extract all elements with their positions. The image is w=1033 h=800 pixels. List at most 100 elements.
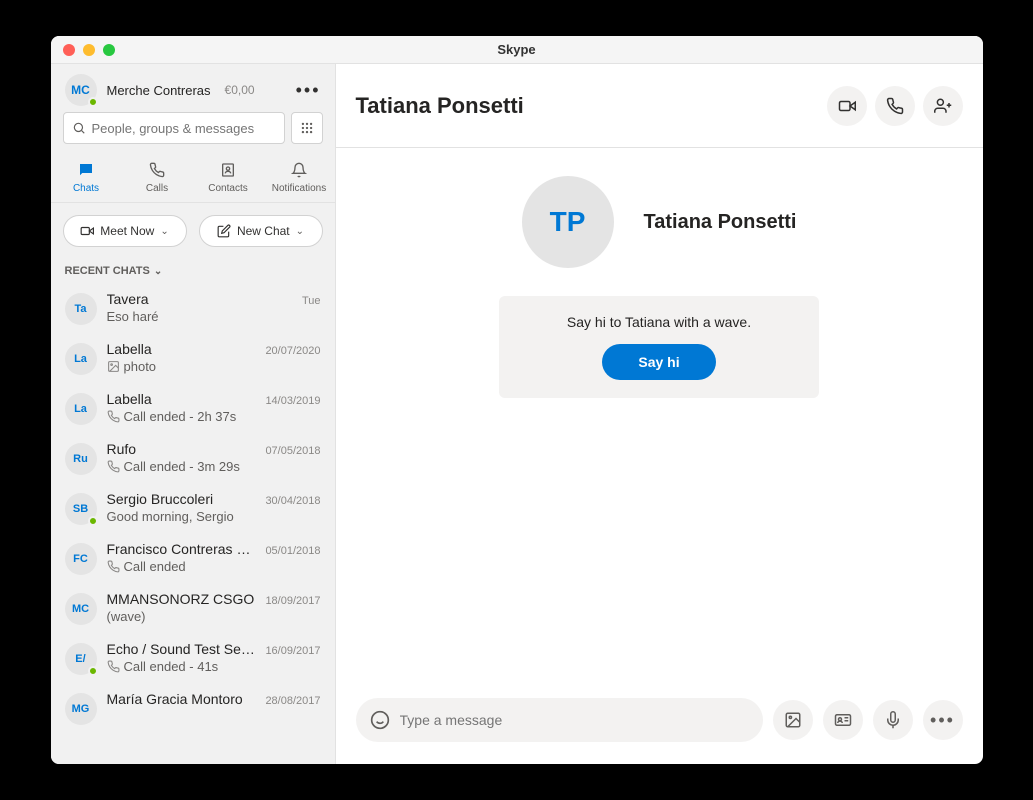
dialpad-button[interactable] [291,112,323,144]
chat-avatar: FC [65,543,97,575]
chat-preview: (wave) [107,609,321,624]
chat-date: Tue [302,295,321,307]
call-icon [107,410,120,423]
search-input[interactable] [92,121,276,136]
chat-item[interactable]: MC MMANSONORZ CSGO 18/09/2017 (wave) [51,583,335,633]
conversation-header: Tatiana Ponsetti [336,64,983,148]
window-title: Skype [51,42,983,57]
chat-name: Labella [107,341,152,357]
chat-name: María Gracia Montoro [107,691,243,707]
chat-item[interactable]: Ta Tavera Tue Eso haré [51,283,335,333]
contact-avatar[interactable]: TP [522,176,614,268]
contact-name: Tatiana Ponsetti [644,211,797,234]
chat-name: Tavera [107,291,149,307]
search-input-container[interactable] [63,112,285,144]
tab-contacts[interactable]: Contacts [193,154,264,202]
chat-avatar: Ta [65,293,97,325]
composer: ••• [336,682,983,764]
chat-date: 07/05/2018 [265,445,320,457]
chat-avatar: E/ [65,643,97,675]
chat-date: 30/04/2018 [265,495,320,507]
profile-avatar[interactable]: MC [65,74,97,106]
chat-icon [77,160,95,180]
meet-now-button[interactable]: Meet Now ⌄ [63,215,187,247]
chat-date: 18/09/2017 [265,595,320,607]
chat-preview: Call ended - 41s [107,659,321,674]
video-call-button[interactable] [827,86,867,126]
call-icon [107,660,120,673]
chat-avatar: La [65,343,97,375]
chevron-down-icon: ⌄ [296,226,304,237]
chat-item[interactable]: La Labella 20/07/2020 photo [51,333,335,383]
chat-item[interactable]: Ru Rufo 07/05/2018 Call ended - 3m 29s [51,433,335,483]
phone-icon [149,160,165,180]
conversation-body: TP Tatiana Ponsetti Say hi to Tatiana wi… [336,148,983,682]
chat-name: Francisco Contreras Segura [107,541,260,557]
compose-icon [217,224,231,238]
add-person-icon [934,97,952,115]
chat-avatar: SB [65,493,97,525]
message-input-container[interactable] [356,698,763,742]
chat-preview: Call ended - 2h 37s [107,409,321,424]
chat-preview: Good morning, Sergio [107,509,321,524]
audio-call-button[interactable] [875,86,915,126]
contact-card-button[interactable] [823,700,863,740]
video-icon [80,224,94,238]
voice-message-button[interactable] [873,700,913,740]
chat-date: 14/03/2019 [265,395,320,407]
image-icon [107,360,120,373]
sidebar: MC Merche Contreras €0,00 ••• [51,64,335,764]
chat-name: MMANSONORZ CSGO [107,591,255,607]
say-hi-button[interactable]: Say hi [602,344,715,380]
dialpad-icon [300,121,314,135]
emoji-icon[interactable] [370,710,390,730]
wave-card: Say hi to Tatiana with a wave. Say hi [499,296,819,398]
message-input[interactable] [400,712,749,728]
chat-name: Sergio Bruccoleri [107,491,214,507]
chat-item[interactable]: E/Echo / Sound Test Service16/09/2017Cal… [51,633,335,683]
add-participant-button[interactable] [923,86,963,126]
chat-preview: photo [107,359,321,374]
chat-preview: Call ended - 3m 29s [107,459,321,474]
nav-tabs: Chats Calls Contacts Notifications [51,154,335,203]
presence-indicator [88,516,98,526]
chat-list[interactable]: Ta Tavera Tue Eso haré La Labella 20/07/2020 ph… [51,283,335,764]
chat-item[interactable]: La Labella 14/03/2019 Call ended - 2h 37s [51,383,335,433]
attach-image-button[interactable] [773,700,813,740]
chat-item[interactable]: SB Sergio Bruccoleri 30/04/2018 Good mornin… [51,483,335,533]
card-icon [834,711,852,729]
video-icon [838,97,856,115]
chat-name: Labella [107,391,152,407]
chat-item[interactable]: FC Francisco Contreras Segura 05/01/2018 Ca… [51,533,335,583]
call-icon [107,460,120,473]
chat-date: 28/08/2017 [265,695,320,707]
image-icon [784,711,802,729]
chat-avatar: MC [65,593,97,625]
recent-chats-header[interactable]: RECENT CHATS ⌄ [51,259,335,283]
app-window: Skype MC Merche Contreras €0,00 ••• [51,36,983,764]
chevron-down-icon: ⌄ [160,226,168,237]
phone-icon [886,97,904,115]
wave-text: Say hi to Tatiana with a wave. [567,314,751,330]
tab-calls[interactable]: Calls [122,154,193,202]
profile-name: Merche Contreras [107,83,211,98]
chat-preview: Eso haré [107,309,321,324]
chat-name: Rufo [107,441,137,457]
profile-row[interactable]: MC Merche Contreras €0,00 ••• [51,64,335,112]
chat-date: 20/07/2020 [265,345,320,357]
more-icon: ••• [930,710,955,731]
tab-chats[interactable]: Chats [51,154,122,202]
more-menu-button[interactable]: ••• [296,80,321,101]
more-compose-button[interactable]: ••• [923,700,963,740]
new-chat-button[interactable]: New Chat ⌄ [199,215,323,247]
tab-notifications[interactable]: Notifications [264,154,335,202]
chat-date: 05/01/2018 [265,545,320,557]
chat-name: Echo / Sound Test Service [107,641,260,657]
chat-avatar: Ru [65,443,97,475]
contacts-icon [220,160,236,180]
chat-item[interactable]: MG María Gracia Montoro 28/08/2017 [51,683,335,733]
chat-avatar: MG [65,693,97,725]
chat-avatar: La [65,393,97,425]
bell-icon [291,160,307,180]
chat-preview: Call ended [107,559,321,574]
